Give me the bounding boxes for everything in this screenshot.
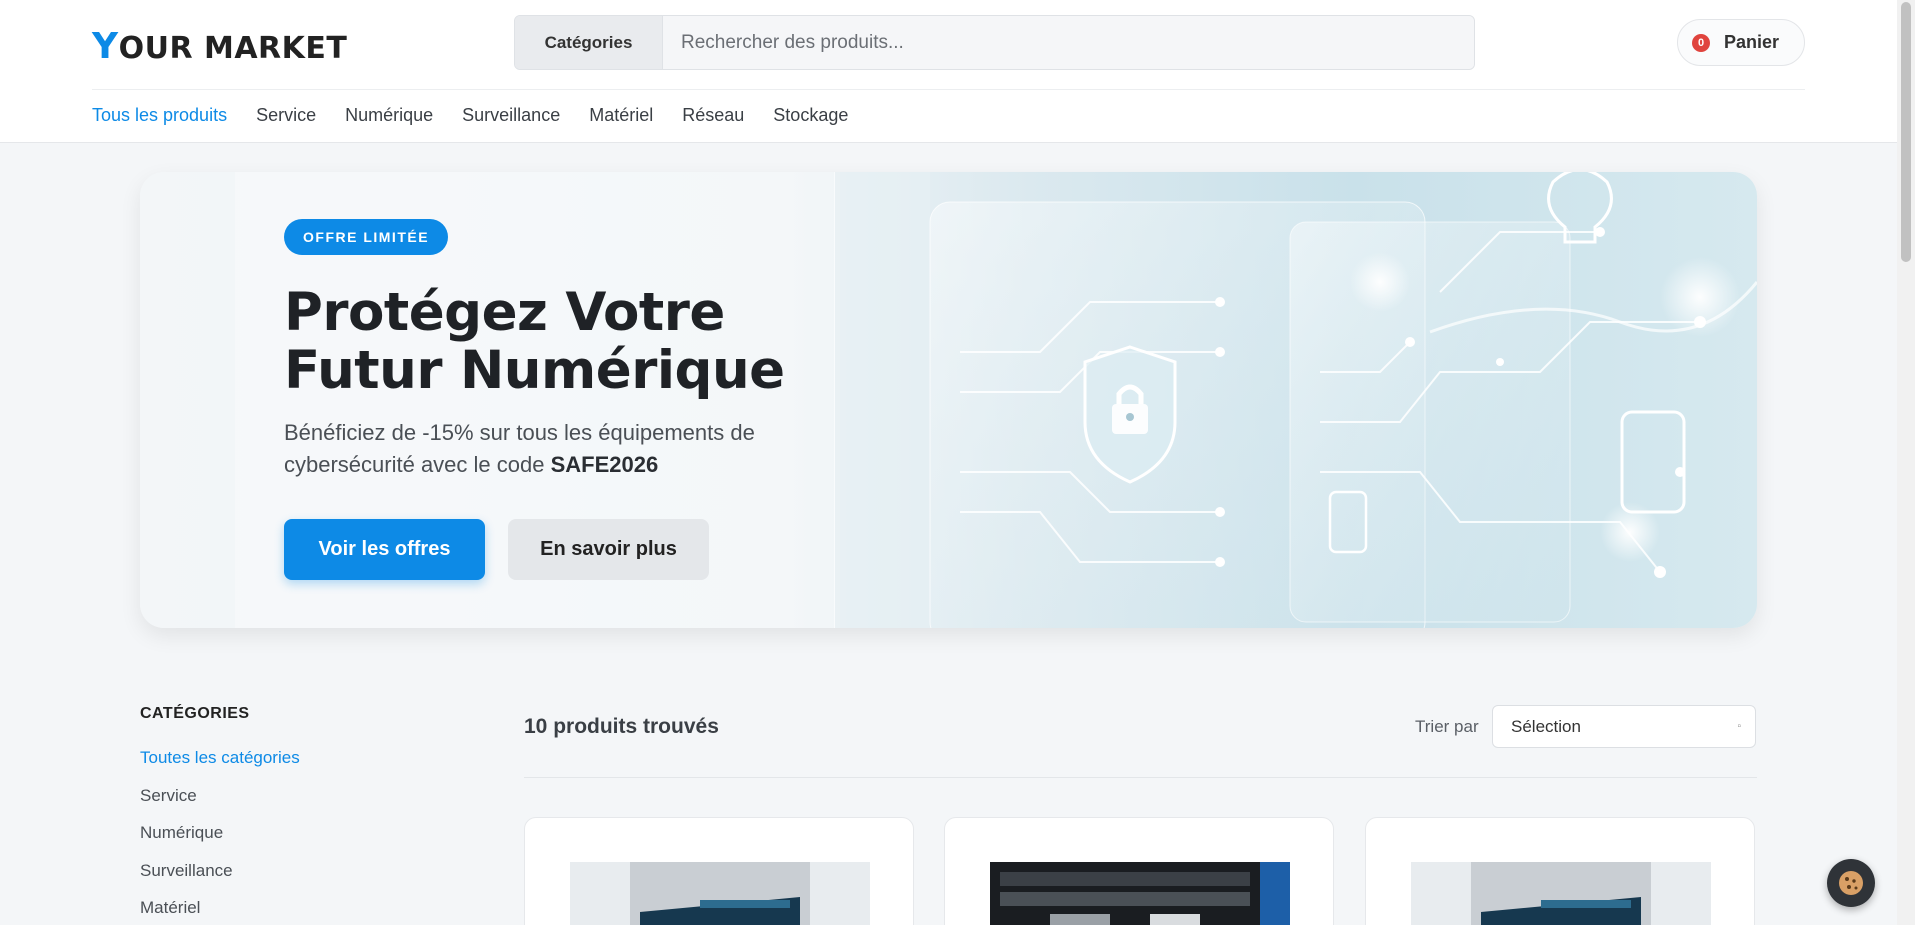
products-found-count: 10 produits trouvés <box>524 715 719 738</box>
cart-button[interactable]: 0 Panier <box>1677 19 1805 66</box>
sort-selected-value: Sélection <box>1511 716 1581 736</box>
cookie-icon <box>1839 871 1863 895</box>
scrollbar-thumb[interactable] <box>1901 2 1911 262</box>
sort-select[interactable]: Sélection ▫ <box>1492 705 1756 748</box>
search-category-button[interactable]: Catégories <box>515 16 663 69</box>
hero-subtitle-text: Bénéficiez de -15% sur tous les équipeme… <box>284 420 755 477</box>
product-card[interactable] <box>1365 817 1755 925</box>
nav-item-reseau[interactable]: Réseau <box>682 105 744 126</box>
hero-title: Protégez Votre Futur Numérique <box>284 284 844 400</box>
product-card[interactable] <box>524 817 914 925</box>
sort-label: Trier par <box>1415 717 1479 736</box>
sidebar-category-list: Toutes les catégories Service Numérique … <box>140 748 300 925</box>
nav-item-all-products[interactable]: Tous les produits <box>92 105 227 126</box>
product-image <box>1411 862 1711 925</box>
hero-banner: OFFRE LIMITÉE Protégez Votre Futur Numér… <box>140 172 1757 628</box>
view-offers-button[interactable]: Voir les offres <box>284 519 485 580</box>
limited-offer-badge: OFFRE LIMITÉE <box>284 219 449 255</box>
header-divider <box>92 89 1805 90</box>
page-scrollbar[interactable] <box>1897 0 1915 925</box>
sidebar-item-all-categories[interactable]: Toutes les catégories <box>140 748 300 786</box>
product-card[interactable] <box>944 817 1334 925</box>
product-image <box>990 862 1290 925</box>
cart-label: Panier <box>1724 32 1780 52</box>
nav-item-numerique[interactable]: Numérique <box>345 105 433 126</box>
cart-count-badge: 0 <box>1692 33 1710 52</box>
category-nav: Tous les produits Service Numérique Surv… <box>92 105 848 126</box>
product-image <box>570 862 870 925</box>
site-logo[interactable]: YOUR MARKET <box>92 26 347 67</box>
search-input[interactable] <box>663 16 1474 69</box>
nav-item-surveillance[interactable]: Surveillance <box>462 105 560 126</box>
hero-title-line-2: Futur Numérique <box>284 340 785 401</box>
chevron-down-icon: ▫ <box>1737 721 1741 732</box>
nav-item-service[interactable]: Service <box>256 105 316 126</box>
products-divider <box>524 777 1757 778</box>
promo-code: SAFE2026 <box>550 452 659 477</box>
site-header: YOUR MARKET Catégories 0 Panier Tous les… <box>0 0 1897 143</box>
logo-text: OUR MARKET <box>118 31 348 66</box>
sidebar-item-numerique[interactable]: Numérique <box>140 823 300 861</box>
sidebar-item-materiel[interactable]: Matériel <box>140 898 300 925</box>
hero-subtitle: Bénéficiez de -15% sur tous les équipeme… <box>284 417 804 481</box>
cookie-settings-button[interactable] <box>1827 859 1875 907</box>
sidebar-title: CATÉGORIES <box>140 705 250 722</box>
nav-item-stockage[interactable]: Stockage <box>773 105 848 126</box>
logo-initial: Y <box>92 26 119 67</box>
learn-more-button[interactable]: En savoir plus <box>508 519 709 580</box>
nav-item-materiel[interactable]: Matériel <box>589 105 653 126</box>
sidebar-item-surveillance[interactable]: Surveillance <box>140 861 300 899</box>
sidebar-item-service[interactable]: Service <box>140 786 300 824</box>
search-bar: Catégories <box>514 15 1475 70</box>
hero-title-line-1: Protégez Votre <box>284 282 725 343</box>
